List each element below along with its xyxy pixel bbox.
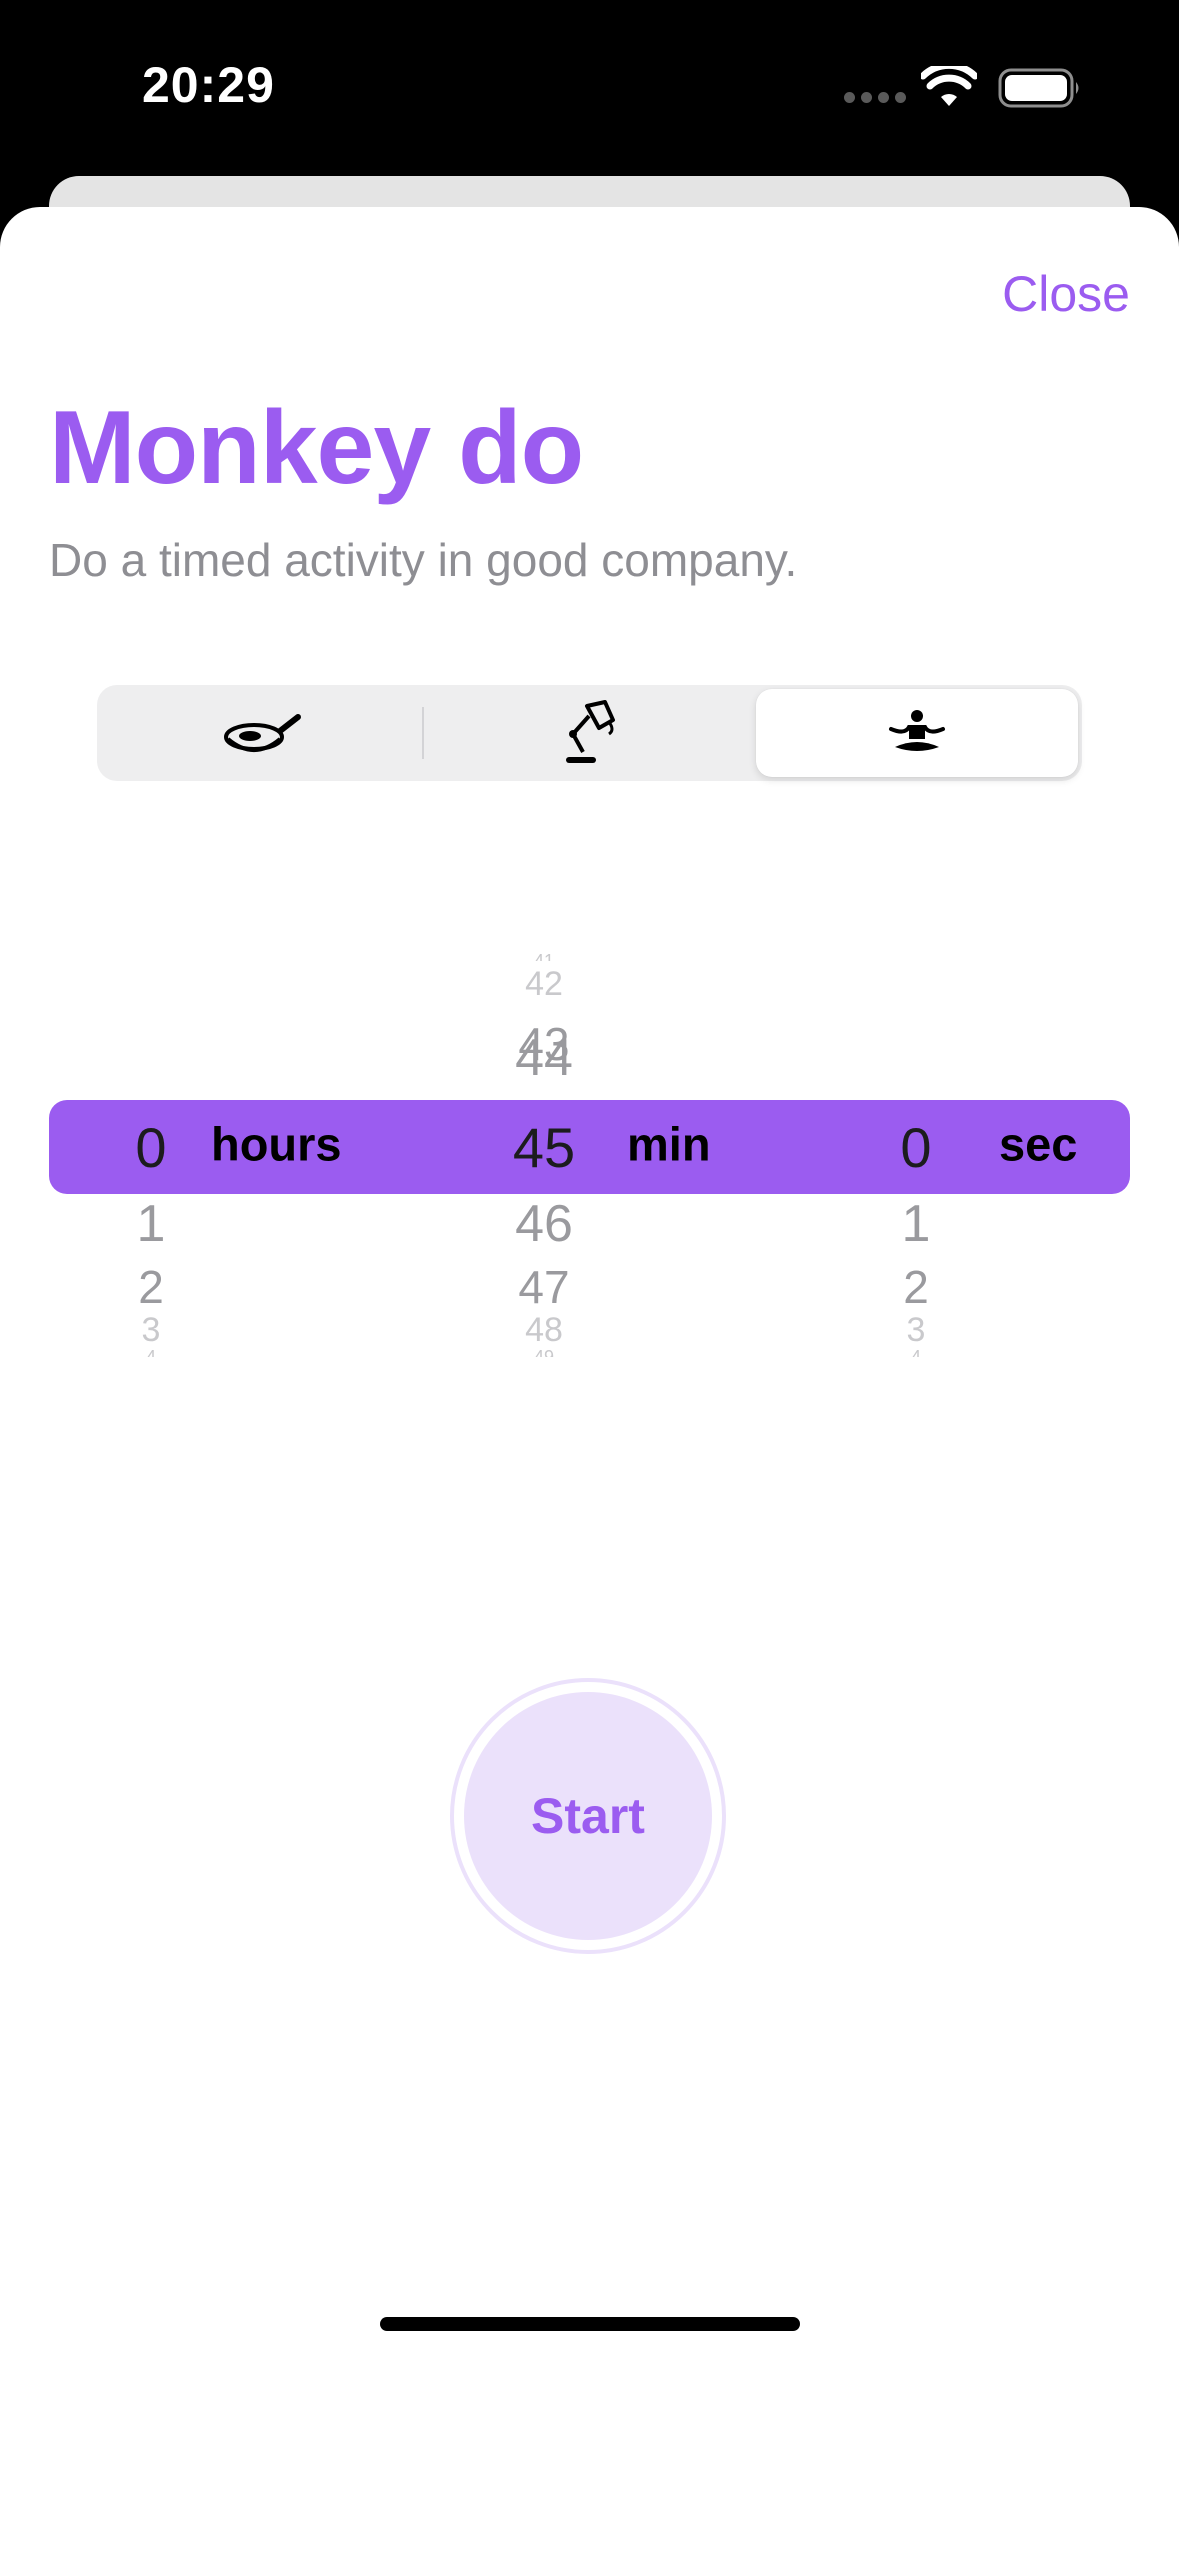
hours-value: 4 — [51, 1348, 251, 1357]
frying-pan-icon — [224, 714, 301, 752]
segment-work[interactable] — [428, 689, 750, 777]
duration-picker[interactable]: 0 1 2 3 4 hours 41 42 43 44 45 46 47 48 … — [0, 860, 1179, 1420]
seconds-value: 2 — [903, 1261, 929, 1313]
hours-value: 3 — [141, 1311, 161, 1349]
wifi-icon — [921, 66, 977, 106]
page-title: Monkey do — [49, 390, 584, 506]
minutes-value: 44 — [515, 1029, 573, 1087]
minutes-value: 48 — [525, 1311, 563, 1349]
seconds-unit-label: sec — [999, 1117, 1078, 1171]
status-bar: 20:29 — [0, 0, 1179, 176]
segment-divider — [422, 707, 424, 759]
hours-value: 1 — [136, 1195, 166, 1253]
seconds-value: 3 — [906, 1311, 926, 1349]
desk-lamp-icon — [566, 700, 615, 763]
activity-segmented-control — [97, 685, 1082, 781]
seconds-value: 4 — [816, 1348, 1016, 1357]
start-button-label: Start — [464, 1692, 712, 1940]
seconds-wheel[interactable]: 0 1 2 3 4 — [816, 860, 1016, 1420]
segment-meditation[interactable] — [756, 689, 1078, 777]
status-time: 20:29 — [142, 57, 275, 113]
cellular-signal-icon — [844, 92, 906, 104]
minutes-unit-label: min — [627, 1117, 711, 1171]
hours-unit-label: hours — [211, 1117, 342, 1171]
minutes-value: 42 — [525, 965, 563, 1003]
home-indicator — [380, 2317, 800, 2331]
segment-cooking[interactable] — [101, 689, 423, 777]
minutes-value: 41 — [444, 952, 644, 961]
minutes-value: 47 — [518, 1261, 570, 1313]
minutes-value: 46 — [515, 1195, 573, 1253]
hours-value: 2 — [138, 1261, 164, 1313]
minutes-wheel[interactable]: 41 42 43 44 45 46 47 48 49 — [444, 860, 644, 1420]
page-subtitle: Do a timed activity in good company. — [49, 534, 798, 586]
minutes-selected-value: 45 — [512, 1116, 576, 1179]
start-button[interactable]: Start — [450, 1678, 726, 1954]
close-button[interactable]: Close — [1002, 265, 1130, 323]
seconds-value: 1 — [901, 1195, 931, 1253]
minutes-value: 49 — [444, 1348, 644, 1357]
seconds-selected-value: 0 — [900, 1116, 932, 1179]
battery-icon — [998, 68, 1079, 108]
meditation-figure-icon — [889, 710, 945, 751]
